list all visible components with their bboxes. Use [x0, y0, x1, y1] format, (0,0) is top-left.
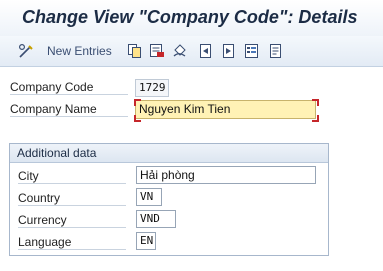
- focus-corner: [312, 115, 319, 122]
- city-label: City: [18, 169, 126, 184]
- country-field[interactable]: VN: [136, 188, 162, 206]
- previous-entry-icon[interactable]: [198, 43, 214, 59]
- focus-corner: [312, 99, 319, 106]
- company-code-label: Company Code: [10, 80, 128, 95]
- delete-icon[interactable]: [149, 43, 165, 59]
- edit-glasses-icon[interactable]: [18, 43, 34, 59]
- focus-corner: [134, 115, 141, 122]
- company-name-label: Company Name: [10, 102, 128, 117]
- print-icon[interactable]: [268, 43, 284, 59]
- company-name-field[interactable]: Nguyen Kim Tien: [135, 100, 316, 119]
- page-title: Change View "Company Code": Details: [22, 7, 358, 27]
- undo-icon[interactable]: [172, 43, 188, 59]
- currency-label: Currency: [18, 213, 126, 228]
- additional-data-group: Additional data City Hải phòng Country V…: [9, 143, 329, 256]
- new-entries-button[interactable]: New Entries: [47, 44, 112, 58]
- group-header: Additional data: [10, 144, 328, 163]
- company-code-field[interactable]: 1729: [135, 79, 169, 97]
- detail-area: Company Code 1729 Company Name Nguyen Ki…: [0, 67, 383, 271]
- application-toolbar: New Entries: [0, 36, 383, 67]
- currency-field[interactable]: VND: [136, 210, 176, 228]
- city-field[interactable]: Hải phòng: [136, 166, 316, 184]
- language-field[interactable]: EN: [136, 232, 156, 250]
- next-entry-icon[interactable]: [221, 43, 237, 59]
- country-label: Country: [18, 191, 126, 206]
- language-label: Language: [18, 235, 126, 250]
- focus-corner: [134, 99, 141, 106]
- title-bar: Change View "Company Code": Details: [0, 0, 383, 36]
- group-title: Additional data: [17, 146, 97, 160]
- select-all-icon[interactable]: [244, 43, 260, 59]
- copy-icon[interactable]: [127, 43, 143, 59]
